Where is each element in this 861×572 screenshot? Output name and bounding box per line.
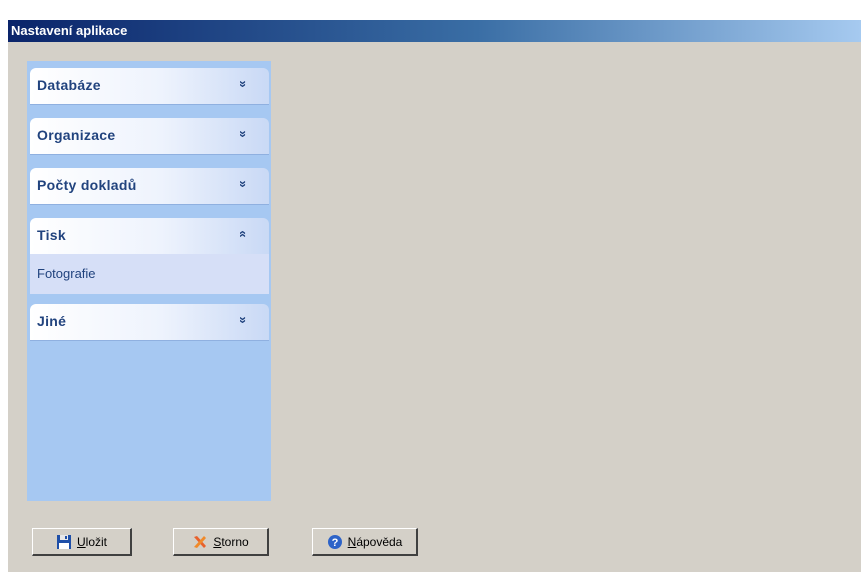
group-header-databaze[interactable]: Databáze » bbox=[30, 68, 269, 104]
cancel-button-label: Storno bbox=[213, 534, 249, 549]
svg-text:?: ? bbox=[331, 537, 338, 549]
help-button[interactable]: ? Nápověda bbox=[312, 528, 418, 556]
save-button[interactable]: Uložit bbox=[32, 528, 132, 556]
window-title-bar[interactable]: Nastavení aplikace bbox=[8, 20, 861, 42]
group-header-tisk[interactable]: Tisk « bbox=[30, 218, 269, 254]
window-title: Nastavení aplikace bbox=[11, 23, 128, 38]
group-label: Databáze bbox=[37, 77, 101, 93]
group-header-jine[interactable]: Jiné » bbox=[30, 304, 269, 340]
help-button-label: Nápověda bbox=[347, 534, 403, 549]
chevron-down-icon[interactable]: » bbox=[235, 176, 251, 192]
save-button-label: Uložit bbox=[76, 534, 107, 549]
settings-sidebar: Databáze » Organizace » Počty dokladů » … bbox=[27, 61, 271, 501]
help-icon: ? bbox=[327, 534, 343, 550]
chevron-down-icon[interactable]: » bbox=[235, 126, 251, 142]
chevron-down-icon[interactable]: » bbox=[235, 76, 251, 92]
group-label: Tisk bbox=[37, 227, 66, 243]
group-label: Organizace bbox=[37, 127, 116, 143]
cancel-x-icon bbox=[192, 534, 208, 550]
group-label: Počty dokladů bbox=[37, 177, 137, 193]
cancel-button[interactable]: Storno bbox=[173, 528, 269, 556]
group-header-pocty-dokladu[interactable]: Počty dokladů » bbox=[30, 168, 269, 204]
settings-window: Nastavení aplikace Databáze » Organizace… bbox=[8, 20, 861, 572]
group-label: Jiné bbox=[37, 313, 67, 329]
group-item-fotografie[interactable]: Fotografie bbox=[37, 266, 96, 281]
group-header-organizace[interactable]: Organizace » bbox=[30, 118, 269, 154]
chevron-up-icon[interactable]: « bbox=[235, 226, 251, 242]
chevron-down-icon[interactable]: » bbox=[235, 312, 251, 328]
group-body-tisk: Fotografie bbox=[30, 254, 269, 294]
floppy-disk-icon bbox=[56, 534, 72, 550]
